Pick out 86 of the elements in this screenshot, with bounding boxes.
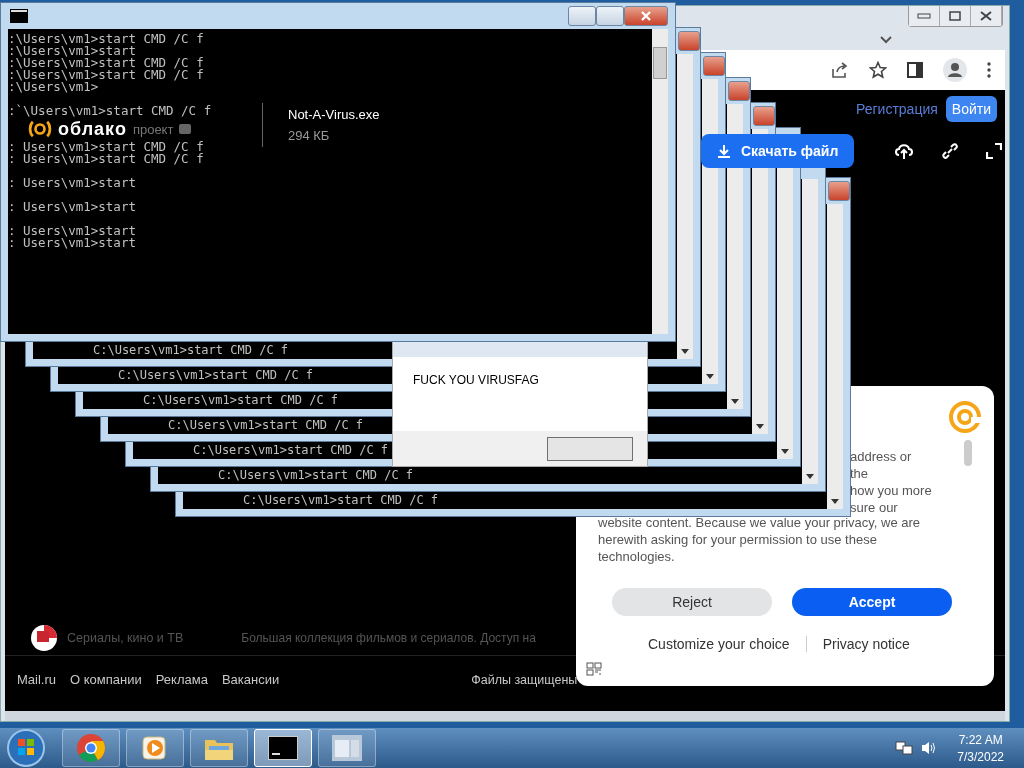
console-line: : Users\vm1>start [8,222,137,237]
network-icon[interactable] [895,740,914,756]
scroll-down-icon[interactable] [706,374,714,379]
privacy-link[interactable]: Privacy notice [822,636,910,652]
console-line: : Users\vm1>start [8,198,137,213]
brand-tag: проект [132,121,174,137]
link-icon[interactable] [942,143,959,159]
console-line: :\Users\vm1>start CMD /C f [8,57,205,69]
footer-link[interactable]: Mail.ru [17,672,56,687]
consent-text-fragment: address or [850,448,913,465]
console-line: : Users\vm1>start [8,237,137,249]
close-button[interactable] [624,6,668,26]
star-icon[interactable] [869,61,887,79]
scroll-down-icon[interactable] [681,349,689,354]
scrollbar[interactable] [5,711,1005,721]
file-name: Not-A-Virus.exe [288,107,380,122]
message-text: FUCK YOU VIRUSFAG [413,373,539,387]
console-icon [10,9,28,23]
download-icon [717,144,731,158]
maximize-icon [949,11,961,21]
scrollbar-thumb[interactable] [653,47,667,79]
scroll-down-icon[interactable] [831,499,839,504]
close-icon [640,11,652,21]
side-panel-icon[interactable] [907,62,923,78]
scroll-down-icon[interactable] [806,474,814,479]
console-line: : Users\vm1>start CMD /C f [8,153,205,165]
clock-time[interactable]: 7:22 AM [958,732,1003,747]
console-line: :`\Users\vm1>start CMD /C f [8,102,212,117]
console-line: :\Users\vm1>start CMD /C f [8,69,205,81]
console-line: C:\Users\vm1>start CMD /C f [93,343,289,357]
window-icon [332,735,362,761]
console-line: C:\Users\vm1>start CMD /C f [168,418,364,432]
scroll-down-icon[interactable] [756,424,764,429]
scroll-down-icon[interactable] [731,399,739,404]
clock-date[interactable]: 7/3/2022 [957,749,1004,764]
file-size: 294 КБ [288,128,331,143]
console-icon [268,736,298,760]
console-line: C:\Users\vm1>start CMD /C f [193,443,389,457]
login-button[interactable]: Войти [945,96,997,122]
taskbar-button[interactable] [254,729,312,767]
profile-icon[interactable] [943,58,967,82]
promo-description: Большая коллекция фильмов и сериалов. Доступ на [241,631,536,645]
console-line: C:\Users\vm1>start CMD /C f [118,368,314,382]
cloud-upload-icon[interactable] [894,142,915,160]
minimize-button[interactable] [568,6,596,26]
promo-title: Сериалы, кино и ТВ [67,631,184,645]
footer-note: Файлы защищены [471,672,578,687]
console-line: :\Users\vm1>start CMD /C f [8,33,205,45]
ok-button[interactable] [547,436,633,461]
maximize-button[interactable] [596,6,624,26]
brand-name: облако [58,119,127,139]
console-line: : Users\vm1>start CMD /C f [8,141,205,153]
console-line: C:\Users\vm1>start CMD /C f [218,468,414,482]
register-link[interactable]: Регистрация [855,101,938,117]
promo-logo-icon [31,625,57,651]
consent-text: website content. Because we value your privacy, we are herewith asking for your permission to use these technologies. [598,514,922,565]
close-button[interactable] [971,6,1002,26]
browser-icon [76,733,106,763]
minimize-icon [917,13,931,19]
download-button[interactable]: Скачать файл [701,134,855,168]
media-player-icon [141,734,169,762]
tab-list-icon[interactable] [880,36,892,44]
qr-code-icon[interactable] [586,662,602,676]
maximize-button[interactable] [940,6,971,26]
consent-text-fragment: how you more [850,482,932,499]
consent-text-fragment: sure our [850,499,899,516]
menu-icon[interactable] [987,62,991,78]
scrollbar-thumb[interactable] [964,440,972,466]
volume-icon[interactable] [921,740,938,756]
footer-link[interactable]: Реклама [155,672,208,687]
consent-text-fragment: the [850,465,870,482]
close-icon [980,11,992,21]
console-line: C:\Users\vm1>start CMD /C f [243,493,439,507]
reject-button[interactable]: Reject [612,588,772,616]
footer-link[interactable]: Вакансии [221,672,280,687]
footer-link[interactable]: О компании [70,672,142,687]
scroll-down-icon[interactable] [781,449,789,454]
customize-link[interactable]: Customize your choice [648,636,790,652]
console-line: C:\Users\vm1>start CMD /C f [143,393,339,407]
console-line: :\Users\vm1> [8,81,99,93]
expand-icon[interactable] [986,143,1003,159]
accept-button[interactable]: Accept [792,588,952,616]
console-line: : Users\vm1>start [8,174,137,189]
start-button[interactable] [6,728,46,768]
console-line: :\Users\vm1>start [8,45,137,57]
share-icon[interactable] [831,61,849,79]
